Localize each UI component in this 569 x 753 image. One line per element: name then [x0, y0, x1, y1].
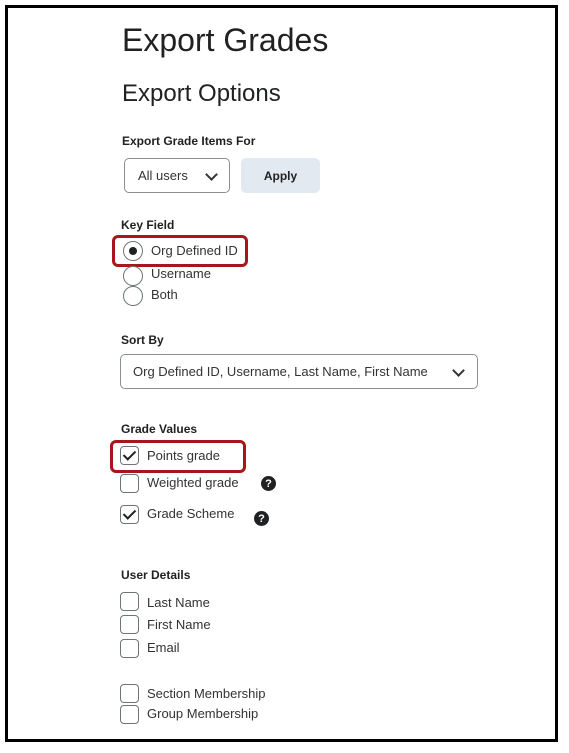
- checkbox-weighted-grade[interactable]: [120, 474, 139, 493]
- key-field-label: Key Field: [121, 218, 175, 232]
- grade-values-label: Grade Values: [121, 422, 198, 436]
- checkbox-grade-scheme[interactable]: [120, 505, 139, 524]
- checkbox-label: Points grade: [147, 448, 220, 463]
- apply-button[interactable]: Apply: [241, 158, 320, 193]
- radio-username[interactable]: [123, 266, 143, 286]
- sort-by-label: Sort By: [121, 333, 164, 347]
- checkbox-email[interactable]: [120, 639, 139, 658]
- checkbox-label: Email: [147, 640, 180, 655]
- user-details-label: User Details: [121, 568, 191, 582]
- export-for-select[interactable]: All users: [124, 158, 230, 193]
- checkbox-last-name[interactable]: [120, 592, 139, 611]
- help-icon[interactable]: ?: [254, 511, 269, 526]
- checkbox-section-membership[interactable]: [120, 684, 139, 703]
- export-for-value: All users: [138, 168, 188, 183]
- checkbox-label: Section Membership: [147, 686, 266, 701]
- checkbox-label: Weighted grade: [147, 475, 239, 490]
- export-for-label: Export Grade Items For: [122, 134, 256, 148]
- checkmark-icon: [122, 506, 137, 520]
- section-title: Export Options: [122, 80, 281, 107]
- radio-both[interactable]: [123, 286, 143, 306]
- sort-by-value: Org Defined ID, Username, Last Name, Fir…: [133, 364, 428, 379]
- radio-label: Org Defined ID: [151, 243, 238, 258]
- page-title: Export Grades: [122, 22, 329, 58]
- help-icon[interactable]: ?: [261, 476, 276, 491]
- radio-label: Both: [151, 287, 178, 302]
- checkbox-first-name[interactable]: [120, 615, 139, 634]
- checkbox-label: Last Name: [147, 595, 210, 610]
- sort-by-select[interactable]: Org Defined ID, Username, Last Name, Fir…: [120, 354, 478, 389]
- radio-org-defined-id[interactable]: [123, 241, 143, 261]
- radio-label: Username: [151, 266, 211, 281]
- checkbox-label: Grade Scheme: [147, 506, 235, 521]
- chevron-down-icon: [205, 168, 218, 181]
- checkbox-label: First Name: [147, 617, 211, 632]
- checkmark-icon: [122, 447, 137, 461]
- checkbox-label: Group Membership: [147, 706, 259, 721]
- checkbox-group-membership[interactable]: [120, 705, 139, 724]
- chevron-down-icon: [452, 364, 465, 377]
- checkbox-points-grade[interactable]: [120, 446, 139, 465]
